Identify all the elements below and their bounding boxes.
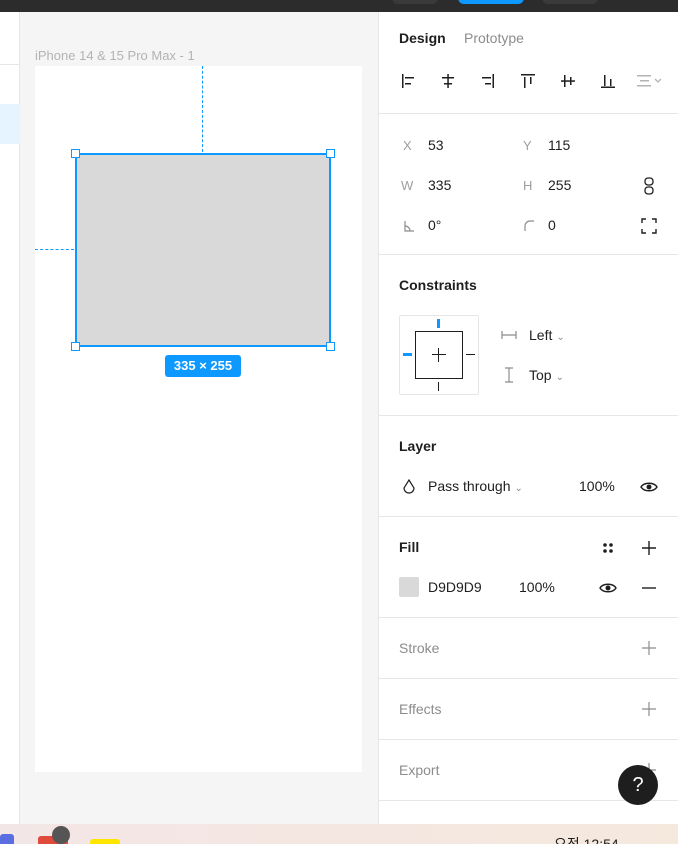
plus-icon-v bbox=[438, 348, 439, 362]
x-input[interactable]: 53 bbox=[428, 137, 444, 153]
stroke-title[interactable]: Stroke bbox=[399, 640, 439, 656]
add-stroke-icon[interactable] bbox=[639, 638, 659, 658]
layer-section: Layer Pass through ⌄ 100% bbox=[379, 416, 678, 517]
blend-mode-dropdown[interactable]: Pass through ⌄ bbox=[428, 478, 523, 494]
tab-prototype[interactable]: Prototype bbox=[464, 30, 524, 46]
constraint-right[interactable] bbox=[466, 354, 475, 355]
constraint-bottom[interactable] bbox=[438, 382, 439, 391]
w-label: W bbox=[401, 178, 414, 193]
align-top-icon[interactable] bbox=[517, 70, 539, 92]
remove-fill-icon[interactable] bbox=[639, 578, 659, 598]
vertical-constraint-icon bbox=[499, 365, 519, 385]
constraints-section: Constraints Left ⌄ Top ⌄ bbox=[379, 255, 678, 416]
vertical-constraint-value: Top bbox=[529, 367, 552, 383]
y-input[interactable]: 115 bbox=[548, 137, 570, 153]
blend-mode-value: Pass through bbox=[428, 478, 511, 494]
help-button[interactable]: ? bbox=[618, 765, 658, 805]
os-taskbar: 오전 12:54 bbox=[0, 824, 678, 844]
layers-panel bbox=[0, 12, 20, 824]
align-horizontal-center-icon[interactable] bbox=[437, 70, 459, 92]
stroke-section: Stroke bbox=[379, 618, 678, 679]
app-icon[interactable] bbox=[0, 834, 14, 844]
rotation-input[interactable]: 0° bbox=[428, 217, 441, 233]
corner-radius-input[interactable]: 0 bbox=[548, 217, 556, 233]
vertical-constraint-dropdown[interactable]: Top ⌄ bbox=[529, 367, 564, 383]
effects-title[interactable]: Effects bbox=[399, 701, 442, 717]
chevron-down-icon: ⌄ bbox=[514, 483, 523, 494]
share-button[interactable] bbox=[458, 0, 524, 4]
constraints-widget[interactable] bbox=[399, 315, 479, 395]
height-input[interactable]: 255 bbox=[548, 177, 571, 193]
dimensions-section: X 53 Y 115 W 335 H 255 0° 0 bbox=[379, 114, 678, 255]
fill-opacity-input[interactable]: 100% bbox=[519, 579, 555, 595]
blend-mode-icon bbox=[399, 477, 419, 497]
top-toolbar bbox=[0, 0, 678, 12]
fill-hex-input[interactable]: D9D9D9 bbox=[428, 579, 482, 595]
fill-title: Fill bbox=[399, 539, 420, 555]
frame-label[interactable]: iPhone 14 & 15 Pro Max - 1 bbox=[35, 48, 195, 63]
chevron-down-icon: ⌄ bbox=[555, 372, 564, 383]
align-vertical-center-icon[interactable] bbox=[557, 70, 579, 92]
divider bbox=[0, 64, 20, 65]
independent-corners-icon[interactable] bbox=[639, 216, 659, 236]
layer-title: Layer bbox=[399, 438, 437, 454]
x-label: X bbox=[403, 138, 412, 153]
corner-radius-icon bbox=[519, 216, 539, 236]
app-icon[interactable] bbox=[90, 839, 120, 844]
horizontal-constraint-value: Left bbox=[529, 327, 553, 343]
add-effect-icon[interactable] bbox=[639, 699, 659, 719]
align-right-icon[interactable] bbox=[477, 70, 499, 92]
y-label: Y bbox=[523, 138, 532, 153]
layer-opacity-input[interactable]: 100% bbox=[579, 478, 615, 494]
selected-rectangle[interactable] bbox=[75, 153, 331, 347]
h-label: H bbox=[523, 178, 533, 193]
vertical-guide bbox=[202, 66, 203, 152]
align-bottom-icon[interactable] bbox=[597, 70, 619, 92]
fill-section: Fill D9D9D9 100% bbox=[379, 517, 678, 618]
eye-icon[interactable] bbox=[639, 477, 659, 497]
horizontal-guide bbox=[35, 249, 74, 250]
constraint-top[interactable] bbox=[437, 319, 440, 328]
toolbar-button[interactable] bbox=[542, 0, 598, 4]
constraints-title: Constraints bbox=[399, 277, 477, 293]
size-badge: 335 × 255 bbox=[165, 355, 241, 377]
design-panel: Design Prototype X 53 Y 115 W 335 H 255 … bbox=[378, 12, 678, 824]
system-clock: 오전 12:54 bbox=[554, 836, 619, 844]
add-fill-icon[interactable] bbox=[639, 538, 659, 558]
horizontal-constraint-dropdown[interactable]: Left ⌄ bbox=[529, 327, 565, 343]
tab-design[interactable]: Design bbox=[399, 30, 446, 46]
resize-handle-top-right[interactable] bbox=[326, 149, 335, 158]
export-title[interactable]: Export bbox=[399, 762, 439, 778]
horizontal-constraint-icon bbox=[499, 325, 519, 345]
styles-icon[interactable] bbox=[598, 538, 618, 558]
distribute-icon[interactable] bbox=[635, 70, 665, 92]
effects-section: Effects bbox=[379, 679, 678, 740]
rotation-icon bbox=[399, 216, 419, 236]
constrain-proportions-icon[interactable] bbox=[639, 176, 659, 196]
constraint-left[interactable] bbox=[403, 353, 412, 356]
notification-badge-icon bbox=[52, 826, 70, 844]
width-input[interactable]: 335 bbox=[428, 177, 451, 193]
resize-handle-bottom-right[interactable] bbox=[326, 342, 335, 351]
fill-color-swatch[interactable] bbox=[399, 577, 419, 597]
plus-icon-h bbox=[432, 354, 446, 355]
selected-layer-row[interactable] bbox=[0, 104, 20, 144]
canvas[interactable]: iPhone 14 & 15 Pro Max - 1 335 × 255 bbox=[20, 12, 378, 824]
chevron-down-icon: ⌄ bbox=[556, 332, 565, 343]
eye-icon[interactable] bbox=[598, 578, 618, 598]
align-left-icon[interactable] bbox=[397, 70, 419, 92]
constraint-box bbox=[415, 331, 463, 379]
toolbar-button[interactable] bbox=[392, 0, 438, 4]
panel-tabs: Design Prototype bbox=[379, 12, 678, 114]
resize-handle-top-left[interactable] bbox=[71, 149, 80, 158]
resize-handle-bottom-left[interactable] bbox=[71, 342, 80, 351]
